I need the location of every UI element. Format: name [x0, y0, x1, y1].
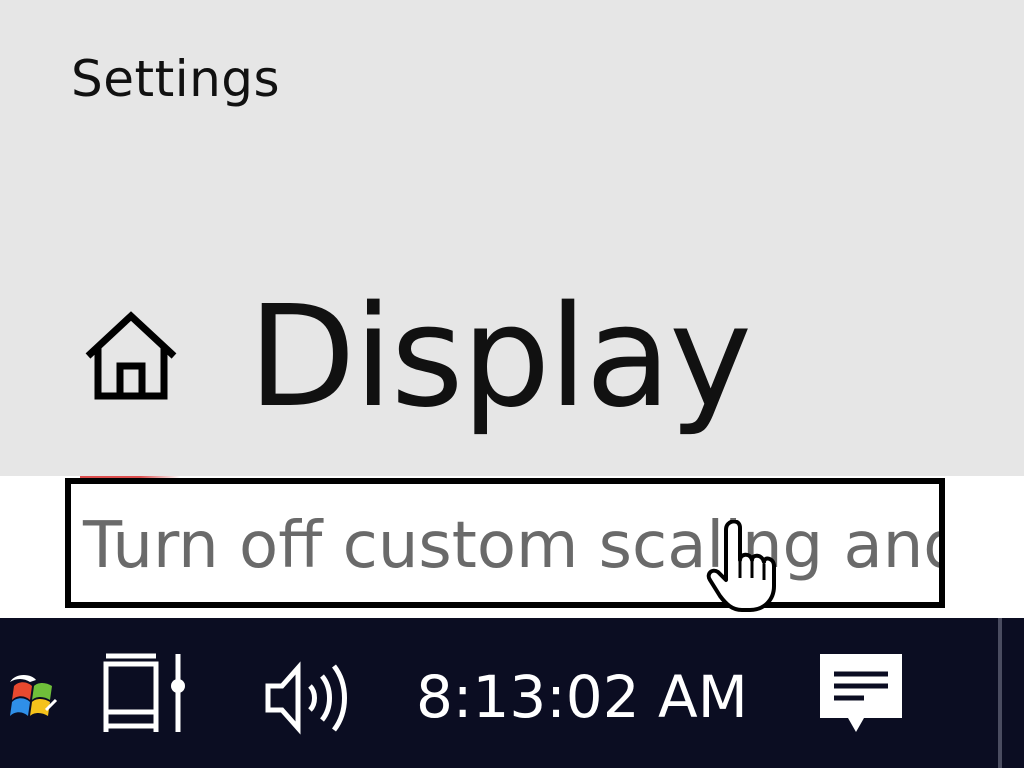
home-button[interactable]: [78, 308, 184, 408]
show-desktop-divider[interactable]: [998, 618, 1002, 768]
network-icon: [103, 653, 185, 732]
app-title: Settings: [71, 50, 281, 108]
action-center-icon: [820, 654, 902, 732]
network-button[interactable]: [98, 652, 190, 734]
settings-header: Settings Display: [0, 0, 1024, 476]
home-icon: [85, 311, 177, 400]
turn-off-custom-scaling-link[interactable]: Turn off custom scaling and: [65, 478, 945, 608]
scaling-link-label: Turn off custom scaling and: [83, 509, 945, 583]
tray-app-button[interactable]: [6, 670, 58, 722]
page-title: Display: [248, 276, 752, 439]
volume-icon: [265, 661, 347, 735]
taskbar: 8:13:02 AM: [0, 618, 1024, 768]
settings-content: Turn off custom scaling and: [0, 476, 1024, 618]
volume-button[interactable]: [262, 658, 354, 738]
action-center-button[interactable]: [818, 652, 904, 736]
windows-flag-icon: [10, 675, 58, 716]
taskbar-clock[interactable]: 8:13:02 AM: [416, 662, 748, 732]
screen: Settings Display Turn off custom scaling…: [0, 0, 1024, 768]
